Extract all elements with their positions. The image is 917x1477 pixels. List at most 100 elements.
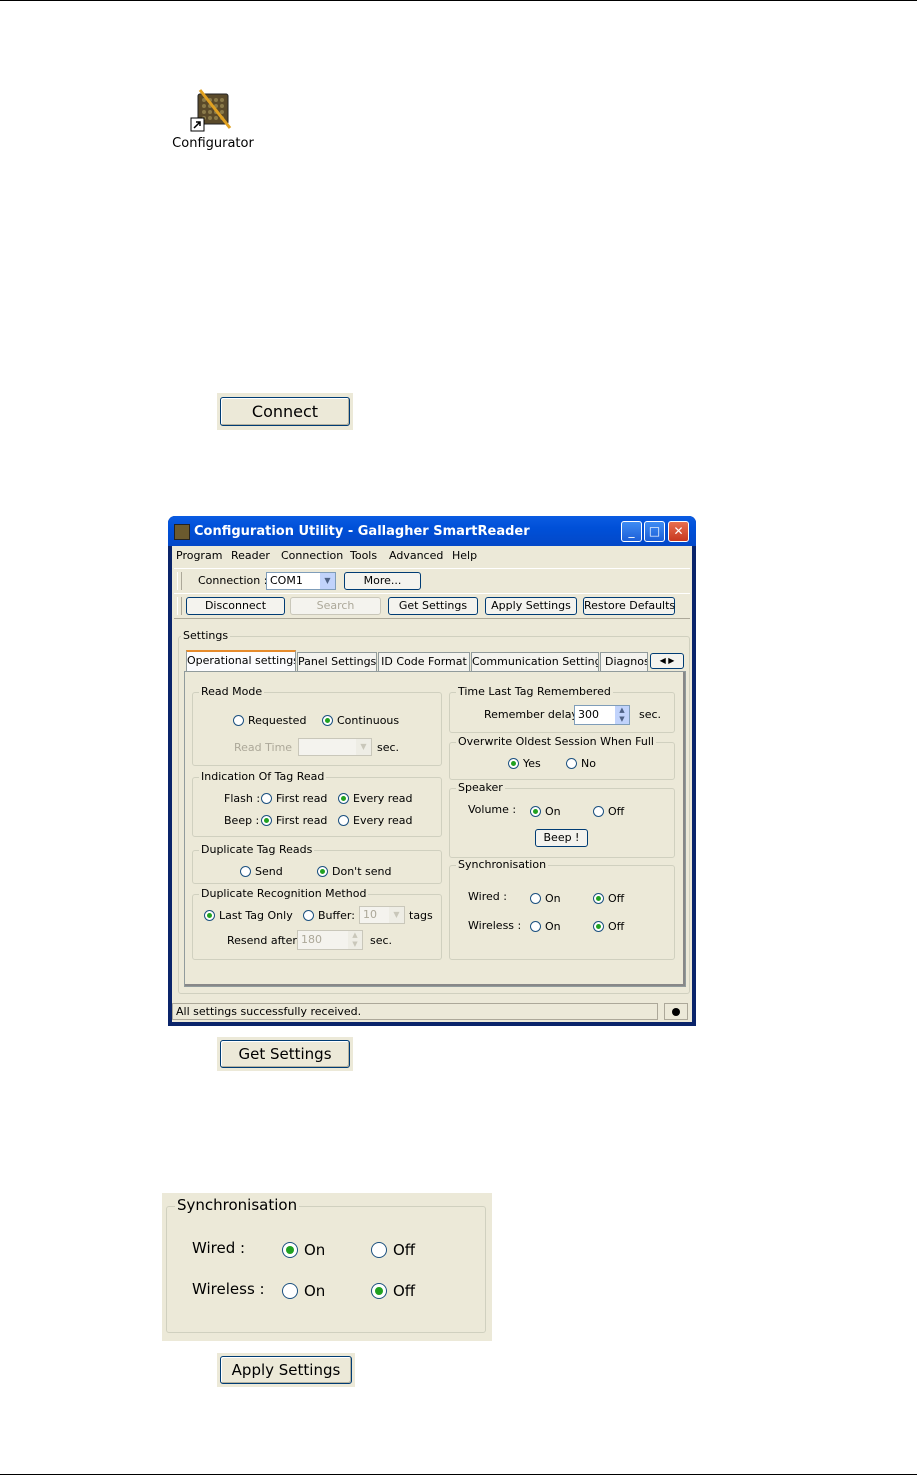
radio-wired-on[interactable]: On — [530, 892, 561, 905]
tab-panel-settings[interactable]: Panel Settings — [297, 652, 377, 672]
maximize-icon[interactable]: □ — [644, 521, 665, 542]
title-bar[interactable]: Configuration Utility - Gallagher SmartR… — [168, 516, 696, 546]
radio-dot — [261, 793, 272, 804]
minimize-icon[interactable]: _ — [621, 521, 642, 542]
radio-beep-first-read[interactable]: First read — [261, 814, 327, 827]
close-icon[interactable]: ✕ — [668, 521, 689, 542]
radio-dot — [282, 1242, 298, 1258]
radio-dot — [371, 1283, 387, 1299]
radio-wired-off[interactable]: Off — [593, 892, 624, 905]
radio-zoom-wireless-off[interactable]: Off — [371, 1282, 415, 1300]
configurator-shortcut[interactable]: Configurator — [165, 88, 261, 151]
remember-delay-spinner[interactable]: 300 ▲ ▼ — [574, 705, 630, 725]
search-button[interactable]: Search — [290, 597, 381, 615]
resend-spinner[interactable]: 180 ▲ ▼ — [297, 930, 363, 950]
radio-beep-every-read[interactable]: Every read — [338, 814, 413, 827]
radio-label: No — [581, 757, 596, 770]
tab-diagnostics[interactable]: Diagnos — [600, 652, 648, 672]
radio-dont-send[interactable]: Don't send — [317, 865, 391, 878]
radio-buffer[interactable]: Buffer: — [303, 909, 355, 922]
buffer-value: 10 — [363, 908, 377, 921]
flash-label: Flash : — [224, 792, 261, 805]
radio-dot — [261, 815, 272, 826]
restore-defaults-button[interactable]: Restore Defaults — [583, 597, 675, 615]
radio-zoom-wired-on[interactable]: On — [282, 1241, 325, 1259]
radio-flash-first-read[interactable]: First read — [261, 792, 327, 805]
com-port-select[interactable]: COM1 ▼ — [266, 572, 336, 590]
top-rule — [0, 0, 917, 1]
radio-continuous[interactable]: Continuous — [322, 714, 399, 727]
buffer-select[interactable]: 10 ▼ — [359, 906, 405, 924]
app-icon — [174, 524, 190, 540]
radio-label: Send — [255, 865, 283, 878]
remember-delay-label: Remember delay — [484, 708, 578, 721]
synchronisation-zoom-group: Synchronisation Wired : On Off Wireless … — [166, 1196, 486, 1333]
get-settings-large-button[interactable]: Get Settings — [220, 1040, 350, 1068]
radio-volume-off[interactable]: Off — [593, 805, 624, 818]
tab-operational-settings[interactable]: Operational settings — [186, 650, 296, 672]
radio-dot — [338, 815, 349, 826]
read-time-select[interactable]: ▼ — [298, 738, 372, 756]
read-time-label: Read Time — [234, 741, 293, 754]
read-mode-group: Read Mode Requested Continuous Read Time… — [192, 685, 442, 766]
menu-help[interactable]: Help — [452, 549, 477, 562]
menu-reader[interactable]: Reader — [231, 549, 270, 562]
remember-delay-unit: sec. — [639, 708, 662, 721]
beep-button[interactable]: Beep ! — [535, 829, 588, 847]
resend-unit: sec. — [370, 934, 393, 947]
wired-label: Wired : — [468, 890, 507, 903]
toolbar-grip[interactable] — [177, 572, 182, 590]
menu-program[interactable]: Program — [176, 549, 222, 562]
radio-label: Yes — [523, 757, 541, 770]
radio-flash-every-read[interactable]: Every read — [338, 792, 413, 805]
radio-label: Every read — [353, 792, 413, 805]
apply-settings-button[interactable]: Apply Settings — [485, 597, 577, 615]
radio-zoom-wireless-on[interactable]: On — [282, 1282, 325, 1300]
radio-send[interactable]: Send — [240, 865, 283, 878]
window-client: Program Reader Connection Tools Advanced… — [172, 546, 692, 1022]
time-last-tag-group: Time Last Tag Remembered Remember delay … — [449, 685, 675, 733]
synchronisation-title: Synchronisation — [456, 858, 549, 871]
radio-volume-on[interactable]: On — [530, 805, 561, 818]
duplicate-reads-title: Duplicate Tag Reads — [199, 843, 315, 856]
radio-label: Off — [608, 920, 625, 933]
radio-requested[interactable]: Requested — [233, 714, 306, 727]
menu-connection[interactable]: Connection — [281, 549, 343, 562]
operational-settings-panel: Read Mode Requested Continuous Read Time… — [184, 671, 686, 987]
tab-scroll-arrows[interactable]: ◀ ▶ — [650, 653, 684, 669]
toolbar-grip[interactable] — [177, 597, 182, 615]
status-bar: All settings successfully received. — [172, 1002, 692, 1022]
menu-advanced[interactable]: Advanced — [389, 549, 443, 562]
disconnect-button[interactable]: Disconnect — [186, 597, 285, 615]
radio-dot — [240, 866, 251, 877]
radio-dot — [233, 715, 244, 726]
radio-label: On — [304, 1282, 326, 1300]
menu-tools[interactable]: Tools — [350, 549, 377, 562]
radio-yes[interactable]: Yes — [508, 757, 541, 770]
get-settings-button[interactable]: Get Settings — [388, 597, 478, 615]
time-last-tag-title: Time Last Tag Remembered — [456, 685, 613, 698]
radio-no[interactable]: No — [566, 757, 596, 770]
configurator-label: Configurator — [172, 136, 254, 151]
read-time-unit: sec. — [377, 741, 400, 754]
radio-wireless-on[interactable]: On — [530, 920, 561, 933]
synchronisation-group: Synchronisation Wired : On Off Wireless … — [449, 858, 675, 960]
get-settings-button-frame: Get Settings — [217, 1037, 353, 1071]
radio-dot — [282, 1283, 298, 1299]
tab-communication-settings[interactable]: Communication Settings — [471, 652, 599, 672]
resend-value: 180 — [301, 933, 322, 946]
radio-last-tag-only[interactable]: Last Tag Only — [204, 909, 293, 922]
read-mode-title: Read Mode — [199, 685, 265, 698]
tab-id-code-format[interactable]: ID Code Format — [378, 652, 470, 672]
menu-bar: Program Reader Connection Tools Advanced… — [172, 546, 692, 566]
radio-label: Off — [393, 1241, 416, 1259]
connect-button[interactable]: Connect — [220, 397, 350, 426]
radio-dot — [530, 893, 541, 904]
more-button[interactable]: More... — [344, 572, 421, 590]
radio-wireless-off[interactable]: Off — [593, 920, 624, 933]
apply-settings-large-button[interactable]: Apply Settings — [220, 1356, 352, 1384]
indication-group: Indication Of Tag Read Flash : First rea… — [192, 770, 442, 837]
radio-zoom-wired-off[interactable]: Off — [371, 1241, 415, 1259]
spinner-arrows-icon[interactable]: ▲ ▼ — [615, 706, 629, 724]
overwrite-title: Overwrite Oldest Session When Full — [456, 735, 656, 748]
